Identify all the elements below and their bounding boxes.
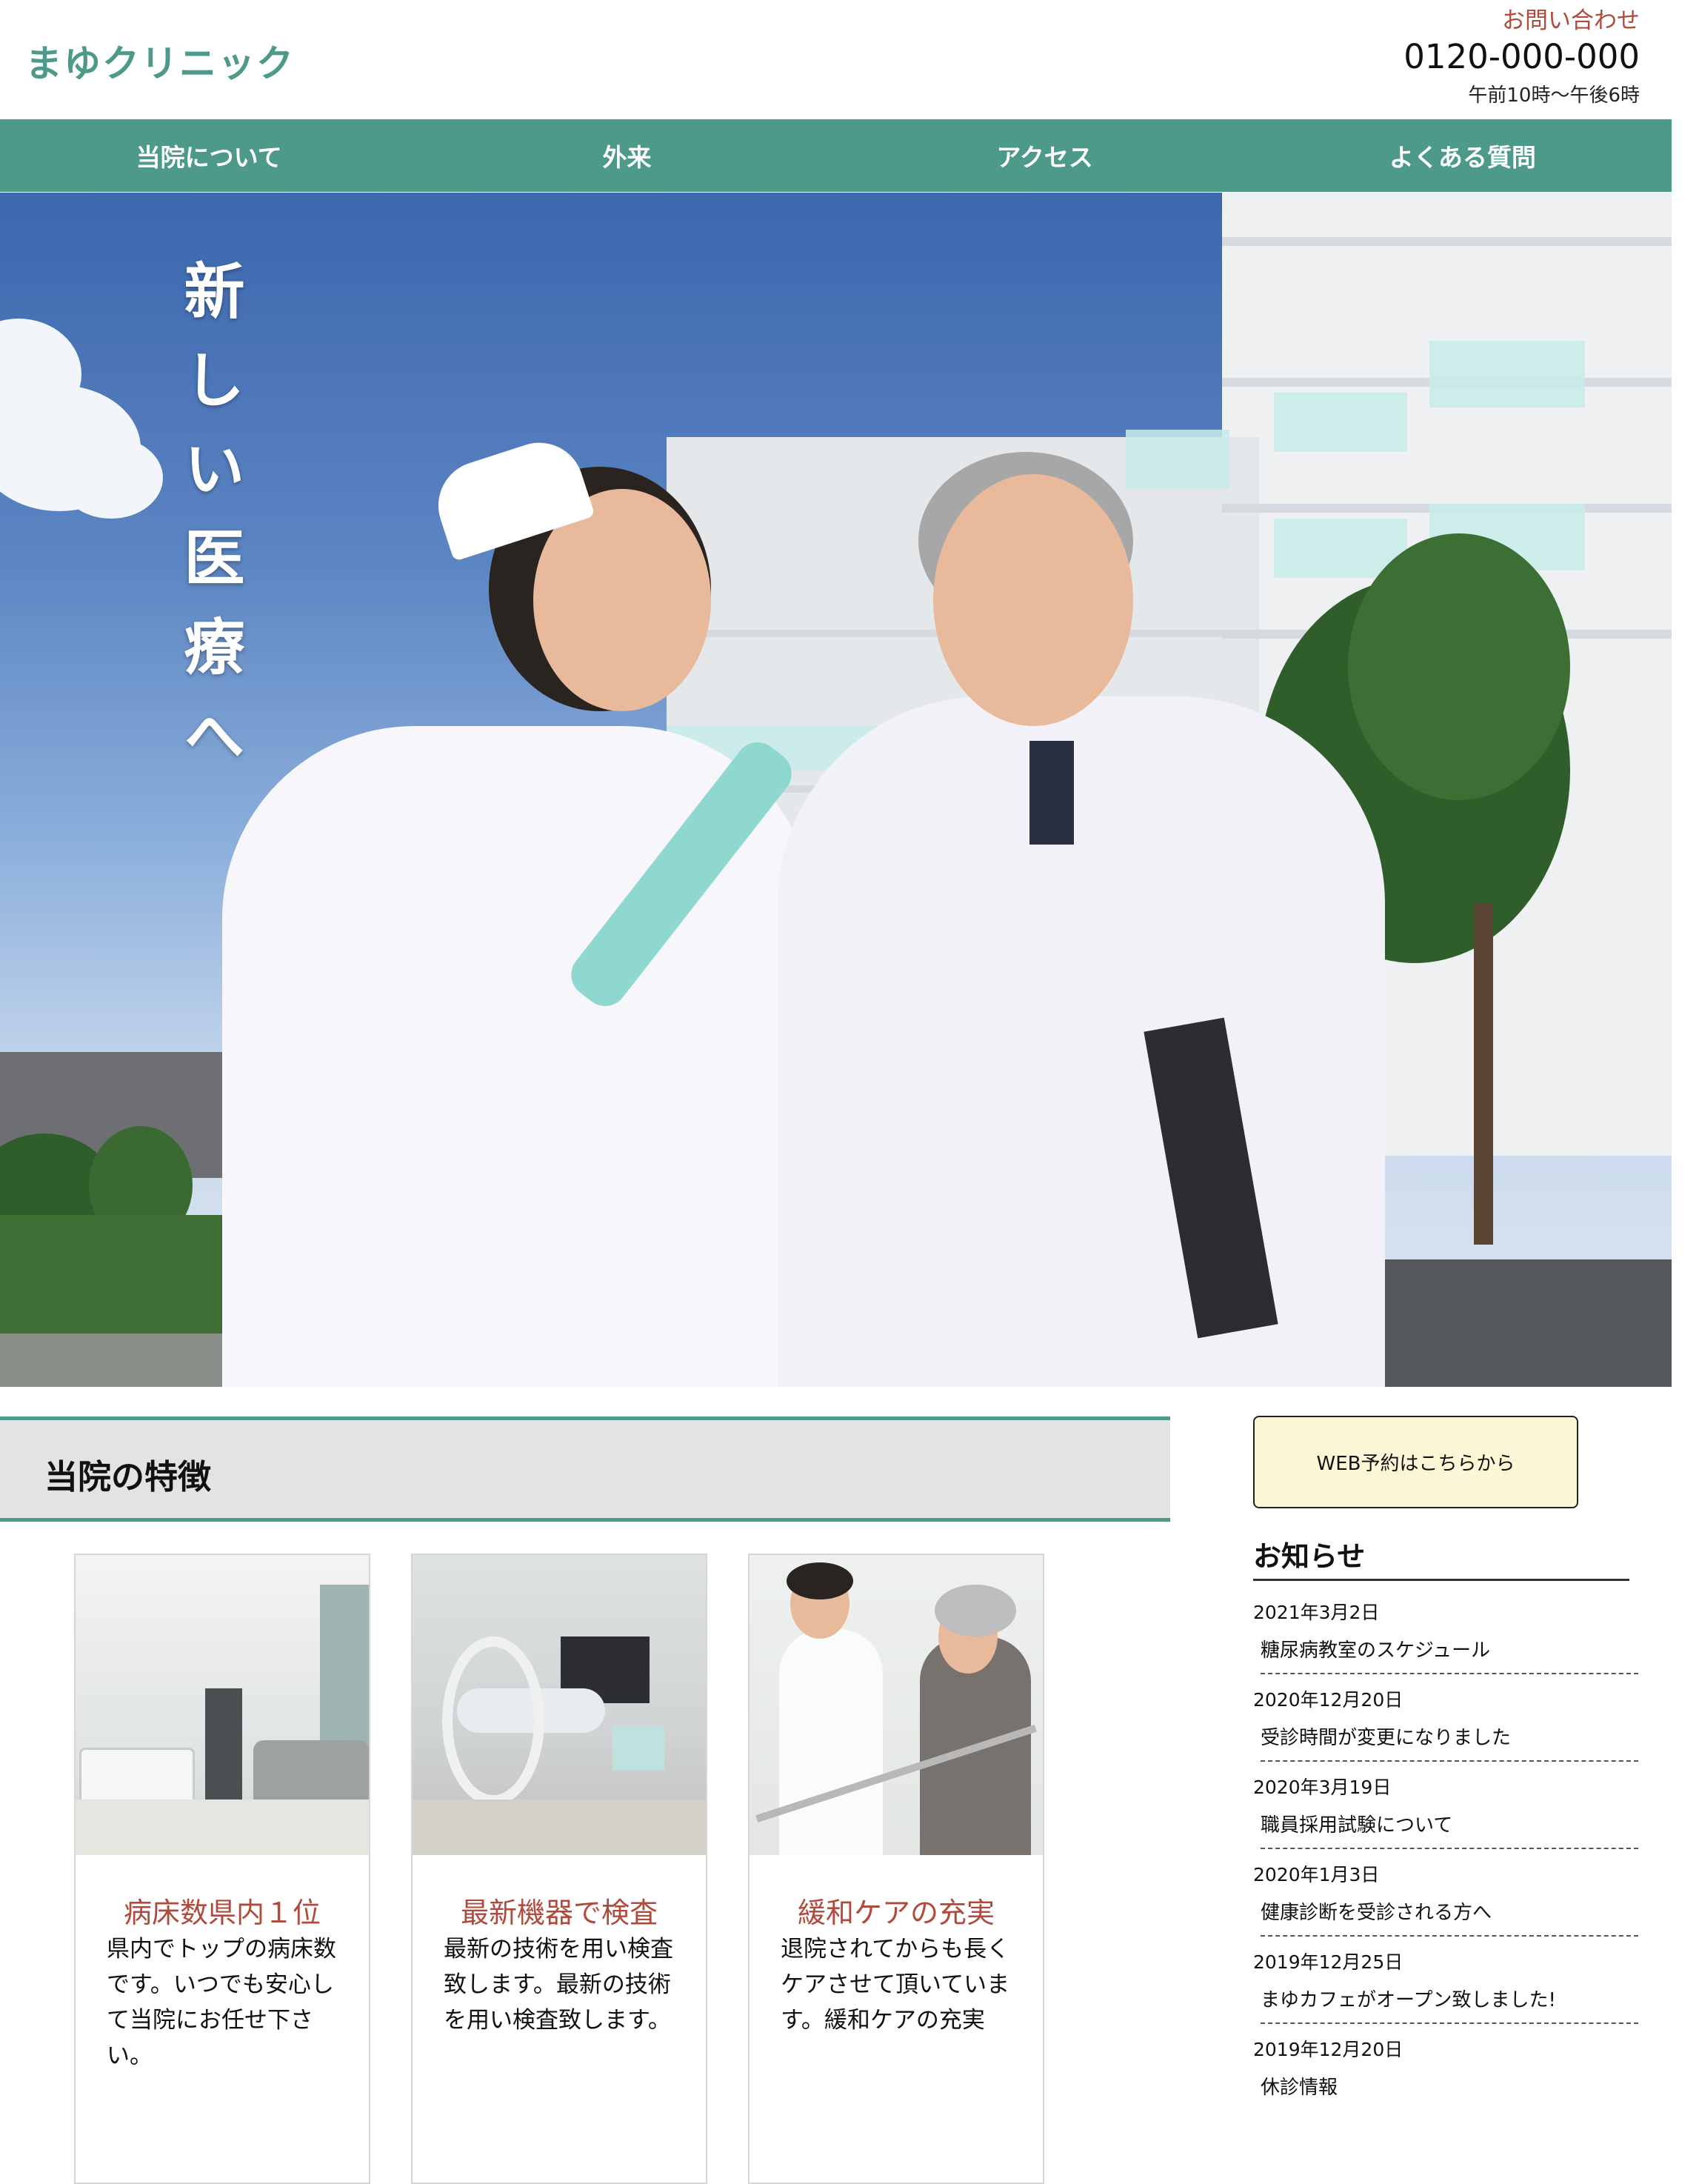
news-date: 2020年12月20日 [1253,1689,1403,1711]
news-item[interactable]: 2021年3月2日 糖尿病教室のスケジュール [1253,1598,1638,1674]
news-item[interactable]: 2020年12月20日 受診時間が変更になりました [1253,1685,1638,1762]
feature-card-equipment[interactable]: 最新機器で検査 最新の技術を用い検査致します。最新の技術を用い検査致します。 [411,1554,707,2184]
news-link[interactable]: まゆカフェがオープン致しました! [1261,1985,1638,2024]
main-nav: 当院について 外来 アクセス よくある質問 [0,119,1672,192]
news-link[interactable]: 受診時間が変更になりました [1261,1722,1638,1762]
news-item[interactable]: 2020年3月19日 職員採用試験について [1253,1773,1638,1849]
medical-equipment-image [413,1555,706,1855]
phone-number[interactable]: 0120-000-000 [1403,37,1640,76]
feature-card-title: 緩和ケアの充実 [797,1897,995,1929]
news-date: 2019年12月25日 [1253,1951,1403,1973]
feature-card-title: 病床数県内１位 [123,1897,321,1929]
news-item[interactable]: 2020年1月3日 健康診断を受診される方へ [1253,1860,1638,1937]
hero-tagline: 新しい医療へ [173,259,244,793]
feature-card-text: 県内でトップの病床数です。いつでも安心して当院にお任せ下さい。 [107,1936,336,2069]
contact-label: お問い合わせ [1502,7,1640,34]
news-title: お知らせ [1253,1534,1629,1581]
news-item[interactable]: 2019年12月20日 休診情報 [1253,2035,1638,2110]
feature-card-text: 退院されてからも長くケアさせて頂いています。緩和ケアの充実 [781,1936,1010,2034]
news-date: 2021年3月2日 [1253,1602,1380,1623]
feature-card-title: 最新機器で検査 [460,1897,658,1929]
news-link[interactable]: 糖尿病教室のスケジュール [1261,1635,1638,1674]
hero-image: 新しい医療へ [0,193,1672,1387]
nav-item-outpatient[interactable]: 外来 [418,119,835,192]
feature-card-palliative[interactable]: 緩和ケアの充実 退院されてからも長くケアさせて頂いています。緩和ケアの充実 [748,1554,1044,2184]
news-link[interactable]: 職員採用試験について [1261,1810,1638,1849]
nav-item-access[interactable]: アクセス [836,119,1254,192]
feature-card-beds[interactable]: 病床数県内１位 県内でトップの病床数です。いつでも安心して当院にお任せ下さい。 [74,1554,370,2184]
feature-card-text: 最新の技術を用い検査致します。最新の技術を用い検査致します。 [444,1936,673,2034]
news-link[interactable]: 休診情報 [1261,2072,1638,2110]
nav-item-about[interactable]: 当院について [0,119,418,192]
nav-item-faq[interactable]: よくある質問 [1254,119,1672,192]
rehabilitation-image [750,1555,1043,1855]
news-date: 2020年3月19日 [1253,1777,1392,1798]
web-reservation-button[interactable]: WEB予約はこちらから [1253,1416,1578,1508]
features-title: 当院の特徴 [44,1457,212,1496]
clinic-logo[interactable]: まゆクリニック [25,34,295,87]
news-link[interactable]: 健康診断を受診される方へ [1261,1897,1638,1937]
hospital-room-image [76,1555,369,1855]
news-item[interactable]: 2019年12月25日 まゆカフェがオープン致しました! [1253,1948,1638,2024]
features-header: 当院の特徴 [0,1416,1170,1522]
business-hours: 午前10時〜午後6時 [1468,84,1640,107]
news-date: 2020年1月3日 [1253,1864,1380,1885]
news-date: 2019年12月20日 [1253,2039,1403,2060]
